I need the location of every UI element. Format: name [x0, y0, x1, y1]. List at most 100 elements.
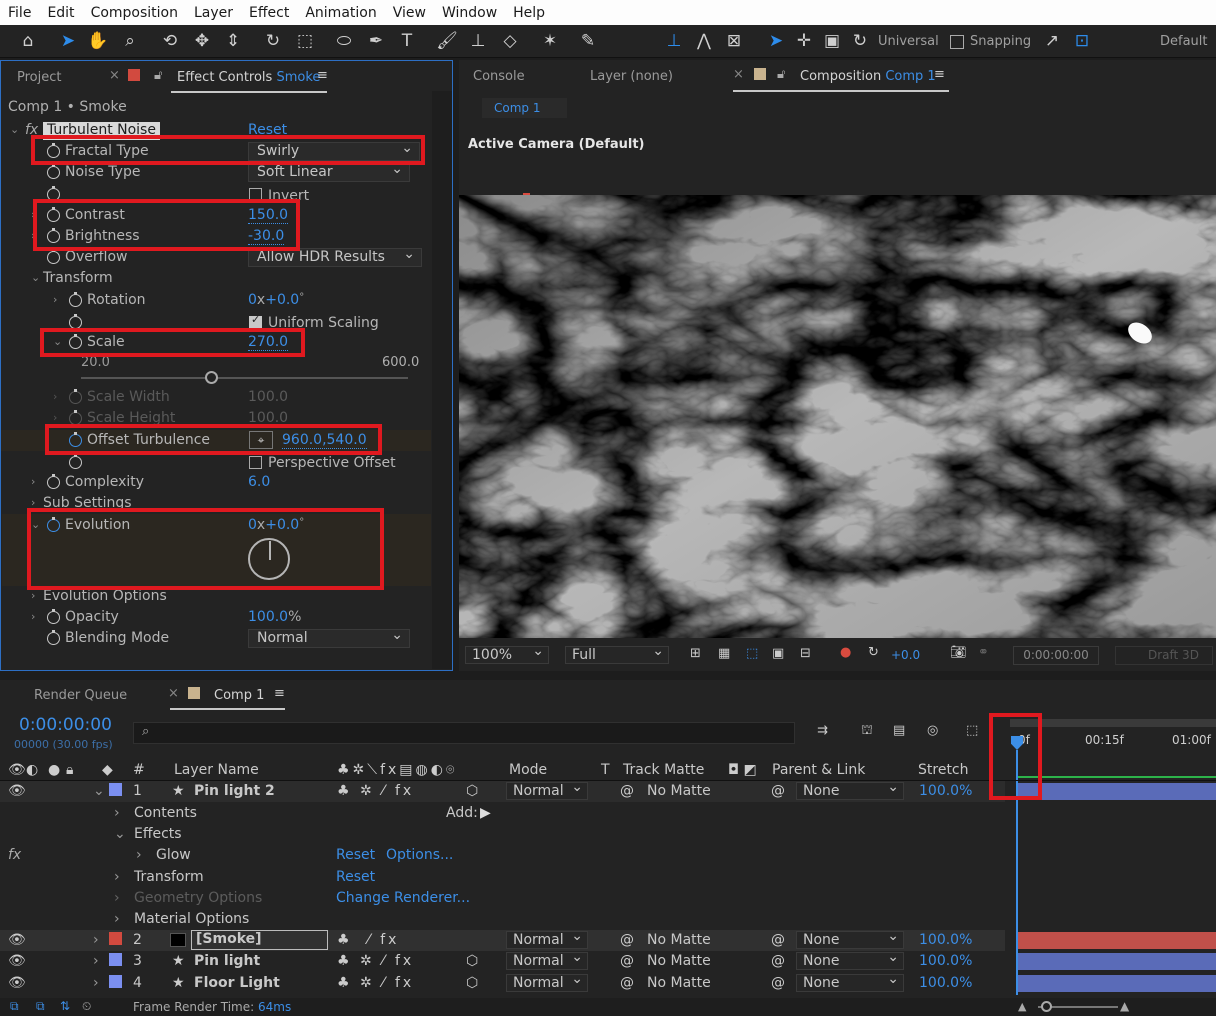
expand-chevron-icon[interactable]: › — [114, 911, 120, 927]
material-options-label[interactable]: Material Options — [134, 911, 249, 927]
panel-menu-icon[interactable]: ≡ — [274, 686, 285, 701]
tab-project[interactable]: Project — [17, 70, 61, 85]
region-of-interest-icon[interactable]: ⊞ — [690, 646, 701, 661]
menu-edit[interactable]: Edit — [39, 5, 82, 21]
expand-chevron-icon[interactable]: › — [114, 805, 120, 821]
channels-icon[interactable]: ● — [840, 645, 851, 660]
transform-reset-link[interactable]: Reset — [336, 869, 375, 885]
stopwatch-icon[interactable] — [47, 474, 60, 489]
visibility-eye-icon[interactable]: 👁︎ — [8, 975, 26, 991]
tab-timeline-comp[interactable]: Comp 1 — [214, 688, 264, 703]
expand-chevron-icon[interactable]: › — [53, 293, 57, 306]
transparency-grid-icon[interactable]: ▦ — [718, 646, 730, 661]
zoom-dropdown[interactable]: 100% — [465, 643, 549, 664]
expand-chevron-icon[interactable]: › — [31, 475, 35, 488]
panel-menu-icon[interactable]: ≡ — [317, 68, 328, 83]
current-time[interactable]: 0:00:00:00 — [19, 715, 112, 735]
label-header-icon[interactable]: ◆ — [102, 762, 113, 778]
layer-mode-dropdown[interactable]: Normal — [506, 928, 588, 949]
stopwatch-icon[interactable] — [47, 609, 60, 624]
glow-label[interactable]: Glow — [156, 847, 191, 863]
menu-view[interactable]: View — [385, 5, 434, 21]
pan-camera-icon[interactable]: ✥ — [190, 29, 214, 53]
menu-help[interactable]: Help — [505, 5, 553, 21]
panel-scrollbar[interactable] — [432, 91, 452, 669]
expand-chevron-icon[interactable]: › — [93, 953, 99, 969]
stretch-value[interactable]: 100.0% — [919, 953, 972, 969]
track-matte-dropdown[interactable]: No Matte — [647, 975, 711, 991]
zoom-out-icon[interactable]: ▲ — [1018, 1000, 1026, 1013]
layer-name[interactable]: Floor Light — [194, 975, 280, 991]
zoom-in-icon[interactable]: ▲ — [1120, 999, 1129, 1013]
show-snapshot-icon[interactable]: ⚭ — [978, 645, 989, 660]
panel-menu-icon[interactable]: ≡ — [934, 67, 945, 82]
stopwatch-icon[interactable] — [47, 630, 60, 645]
puppet-pin-icon[interactable]: ✎ — [576, 29, 600, 53]
effects-label[interactable]: Effects — [134, 826, 182, 842]
add-menu-icon[interactable]: ▶ — [480, 805, 491, 821]
track-matte-dropdown[interactable]: No Matte — [647, 783, 711, 799]
safe-zones-icon[interactable]: ▣ — [772, 646, 784, 661]
transform-label[interactable]: Transform — [134, 869, 204, 885]
pickwhip-icon[interactable]: @ — [620, 783, 634, 799]
perspective-offset-checkbox[interactable] — [249, 456, 262, 469]
draft3d-toggle[interactable]: Draft 3D — [1115, 646, 1213, 665]
parent-pickwhip-icon[interactable]: @ — [771, 932, 785, 948]
menu-layer[interactable]: Layer — [186, 5, 241, 21]
label-color-swatch[interactable] — [109, 783, 122, 796]
glow-reset-link[interactable]: Reset — [336, 847, 375, 863]
collapse-chevron-icon[interactable]: ⌄ — [31, 271, 40, 284]
stopwatch-icon[interactable] — [47, 164, 60, 179]
layer-switches[interactable]: ♣ ✲ ⁄ fx — [337, 783, 414, 799]
pan-behind-icon[interactable]: ⬚ — [293, 29, 317, 53]
layer-name[interactable]: Pin light 2 — [194, 783, 275, 799]
lock-icon[interactable]: 🔓︎ — [777, 67, 785, 82]
expand-panes-icon[interactable]: ⧉ — [36, 999, 45, 1014]
visibility-header-icon[interactable]: 👁︎ — [8, 762, 26, 778]
layer-search-input[interactable]: ⌕ — [133, 722, 795, 744]
layer-name-header[interactable]: Layer Name — [174, 762, 259, 778]
close-icon[interactable]: × — [733, 67, 744, 82]
opacity-value[interactable]: 100.0% — [248, 609, 301, 625]
home-icon[interactable]: ⌂ — [16, 29, 40, 53]
change-renderer-link[interactable]: Change Renderer... — [336, 890, 470, 906]
close-icon[interactable]: × — [109, 68, 120, 83]
pickwhip-icon[interactable]: @ — [620, 932, 634, 948]
draft-3d-icon[interactable]: ⛫ — [861, 723, 873, 740]
tab-console[interactable]: Console — [473, 69, 525, 84]
selection-tool-icon[interactable]: ➤ — [56, 29, 80, 53]
expand-chevron-icon[interactable]: › — [53, 411, 57, 424]
tab-effect-controls[interactable]: Effect Controls Smoke — [177, 70, 320, 85]
layer-row-2[interactable]: 👁︎ › 2 [Smoke] ♣ ⁄ fx Normal @ No Matte … — [0, 928, 1005, 951]
hand-tool-icon[interactable]: ✋ — [86, 29, 110, 53]
layer-row-4[interactable]: 👁︎ › 4 ★ Floor Light ♣ ✲ ⁄ fx ⬡ Normal @… — [0, 971, 1005, 994]
layer-4-track-bar[interactable] — [1018, 975, 1216, 992]
frame-blending-icon[interactable]: ▤ — [893, 723, 905, 738]
close-icon[interactable]: × — [168, 686, 179, 701]
snap-bounds-icon[interactable]: ⊡ — [1070, 29, 1094, 53]
pen-tool-icon[interactable]: ✒ — [364, 29, 388, 53]
visibility-eye-icon[interactable]: 👁︎ — [8, 783, 26, 799]
parent-pickwhip-icon[interactable]: @ — [771, 953, 785, 969]
tab-layer[interactable]: Layer (none) — [590, 69, 673, 84]
3d-layer-icon[interactable]: ⬡ — [466, 783, 478, 799]
expand-chevron-icon[interactable]: › — [136, 847, 142, 863]
3d-layer-icon[interactable]: ⬡ — [466, 975, 478, 991]
stretch-value[interactable]: 100.0% — [919, 932, 972, 948]
rotation-tool-icon[interactable]: ↻ — [261, 29, 285, 53]
universal-label[interactable]: Universal — [878, 34, 939, 49]
stretch-value[interactable]: 100.0% — [919, 975, 972, 991]
menu-effect[interactable]: Effect — [241, 5, 297, 21]
layer-mode-dropdown[interactable]: Normal — [506, 779, 588, 800]
comp-mini-flowchart-icon[interactable]: ⇉ — [817, 723, 828, 738]
3d-move-icon[interactable]: ✛ — [792, 29, 816, 53]
exposure-value[interactable]: +0.0 — [891, 648, 920, 662]
scale-slider-track[interactable] — [81, 377, 408, 379]
snapshot-icon[interactable]: 📷︎ — [950, 645, 967, 660]
graph-editor-icon[interactable]: ⬚ — [966, 723, 978, 738]
layer-row-1[interactable]: 👁︎ ⌄ 1 ★ Pin light 2 ♣ ✲ ⁄ fx ⬡ Normal @… — [0, 779, 1005, 802]
workspace-label[interactable]: Default — [1160, 34, 1208, 49]
world-axis-icon[interactable]: ⋀ — [692, 29, 716, 53]
in-out-icon[interactable]: ⇅ — [60, 999, 70, 1013]
menu-window[interactable]: Window — [434, 5, 505, 21]
